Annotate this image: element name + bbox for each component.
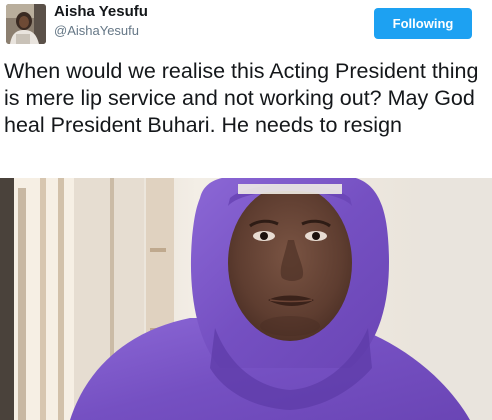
display-name[interactable]: Aisha Yesufu — [54, 3, 148, 20]
avatar[interactable] — [6, 4, 46, 44]
user-handle[interactable]: @AishaYesufu — [54, 23, 139, 38]
profile-photo-icon — [6, 4, 46, 44]
tweet-card: Aisha Yesufu @AishaYesufu Following When… — [0, 0, 492, 420]
following-button[interactable]: Following — [374, 8, 472, 39]
tweet-media[interactable] — [0, 178, 492, 420]
woman-in-purple-hijab-photo — [0, 178, 492, 420]
tweet-text: When would we realise this Acting Presid… — [4, 59, 479, 137]
